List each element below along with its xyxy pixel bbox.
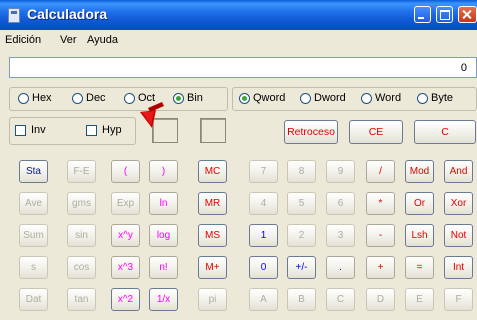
key-f-e[interactable]: F-E	[67, 160, 96, 183]
key-open-paren[interactable]: (	[111, 160, 140, 183]
key-x-cubed[interactable]: x^3	[111, 256, 140, 279]
key-xor[interactable]: Xor	[444, 192, 473, 215]
key-gms[interactable]: gms	[67, 192, 96, 215]
key-6[interactable]: 6	[326, 192, 355, 215]
key-8[interactable]: 8	[287, 160, 316, 183]
backspace-button[interactable]: Retroceso	[284, 120, 338, 144]
key-x-squared[interactable]: x^2	[111, 288, 140, 311]
mouse-cursor-icon	[140, 102, 164, 128]
hyp-checkbox-box	[86, 125, 97, 136]
key-0[interactable]: 0	[249, 256, 278, 279]
key-plus-minus[interactable]: +/-	[287, 256, 316, 279]
word-size-group: Qword Dword Word Byte	[232, 87, 477, 111]
key-m-plus[interactable]: M+	[198, 256, 227, 279]
key-exp[interactable]: Exp	[111, 192, 140, 215]
key-close-paren[interactable]: )	[149, 160, 178, 183]
key-x-pow-y[interactable]: x^y	[111, 224, 140, 247]
base-mode-group: Hex Dec Oct Bin	[9, 87, 228, 111]
inv-hyp-group: Inv Hyp	[9, 117, 136, 145]
window-title: Calculadora	[27, 6, 108, 22]
key-plus[interactable]: +	[366, 256, 395, 279]
key-factorial[interactable]: n!	[149, 256, 178, 279]
key-sta[interactable]: Sta	[19, 160, 48, 183]
key-a[interactable]: A	[249, 288, 278, 311]
menu-bar: Edición Ver Ayuda	[0, 30, 477, 52]
radio-dec-circle	[72, 93, 83, 104]
memory-indicator	[200, 118, 226, 143]
key-3[interactable]: 3	[326, 224, 355, 247]
radio-byte-circle	[417, 93, 428, 104]
minimize-button[interactable]	[414, 6, 431, 23]
key-5[interactable]: 5	[287, 192, 316, 215]
key-multiply[interactable]: *	[366, 192, 395, 215]
key-pi[interactable]: pi	[198, 288, 227, 311]
key-4[interactable]: 4	[249, 192, 278, 215]
key-minus[interactable]: -	[366, 224, 395, 247]
radio-qword-circle	[239, 93, 250, 104]
key-d[interactable]: D	[366, 288, 395, 311]
radio-hex-circle	[18, 93, 29, 104]
key-mc[interactable]: MC	[198, 160, 227, 183]
clear-entry-button[interactable]: CE	[349, 120, 403, 144]
key-and[interactable]: And	[444, 160, 473, 183]
key-9[interactable]: 9	[326, 160, 355, 183]
key-ln[interactable]: ln	[149, 192, 178, 215]
key-divide[interactable]: /	[366, 160, 395, 183]
key-sum[interactable]: Sum	[19, 224, 48, 247]
inv-checkbox-box	[15, 125, 26, 136]
key-f[interactable]: F	[444, 288, 473, 311]
key-mod[interactable]: Mod	[405, 160, 434, 183]
key-ave[interactable]: Ave	[19, 192, 48, 215]
key-mr[interactable]: MR	[198, 192, 227, 215]
key-equals[interactable]: =	[405, 256, 434, 279]
key-2[interactable]: 2	[287, 224, 316, 247]
key-cos[interactable]: cos	[67, 256, 96, 279]
radio-dword-circle	[300, 93, 311, 104]
maximize-button[interactable]	[436, 6, 453, 23]
key-decimal[interactable]: .	[326, 256, 355, 279]
close-button[interactable]	[458, 6, 477, 23]
calculator-icon	[8, 8, 20, 23]
key-ms[interactable]: MS	[198, 224, 227, 247]
title-bar: Calculadora	[0, 0, 477, 30]
key-1[interactable]: 1	[249, 224, 278, 247]
key-or[interactable]: Or	[405, 192, 434, 215]
key-reciprocal[interactable]: 1/x	[149, 288, 178, 311]
key-c[interactable]: C	[326, 288, 355, 311]
radio-oct-circle	[124, 93, 135, 104]
key-s[interactable]: s	[19, 256, 48, 279]
key-lsh[interactable]: Lsh	[405, 224, 434, 247]
key-not[interactable]: Not	[444, 224, 473, 247]
key-tan[interactable]: tan	[67, 288, 96, 311]
result-display: 0	[9, 57, 477, 78]
radio-bin-circle	[173, 93, 184, 104]
key-sin[interactable]: sin	[67, 224, 96, 247]
menu-edicion[interactable]: Edición	[5, 34, 41, 46]
key-7[interactable]: 7	[249, 160, 278, 183]
key-dat[interactable]: Dat	[19, 288, 48, 311]
key-b[interactable]: B	[287, 288, 316, 311]
clear-button[interactable]: C	[414, 120, 476, 144]
key-e[interactable]: E	[405, 288, 434, 311]
key-int[interactable]: Int	[444, 256, 473, 279]
key-log[interactable]: log	[149, 224, 178, 247]
radio-word-circle	[361, 93, 372, 104]
menu-ayuda[interactable]: Ayuda	[87, 34, 118, 46]
menu-ver[interactable]: Ver	[60, 34, 77, 46]
